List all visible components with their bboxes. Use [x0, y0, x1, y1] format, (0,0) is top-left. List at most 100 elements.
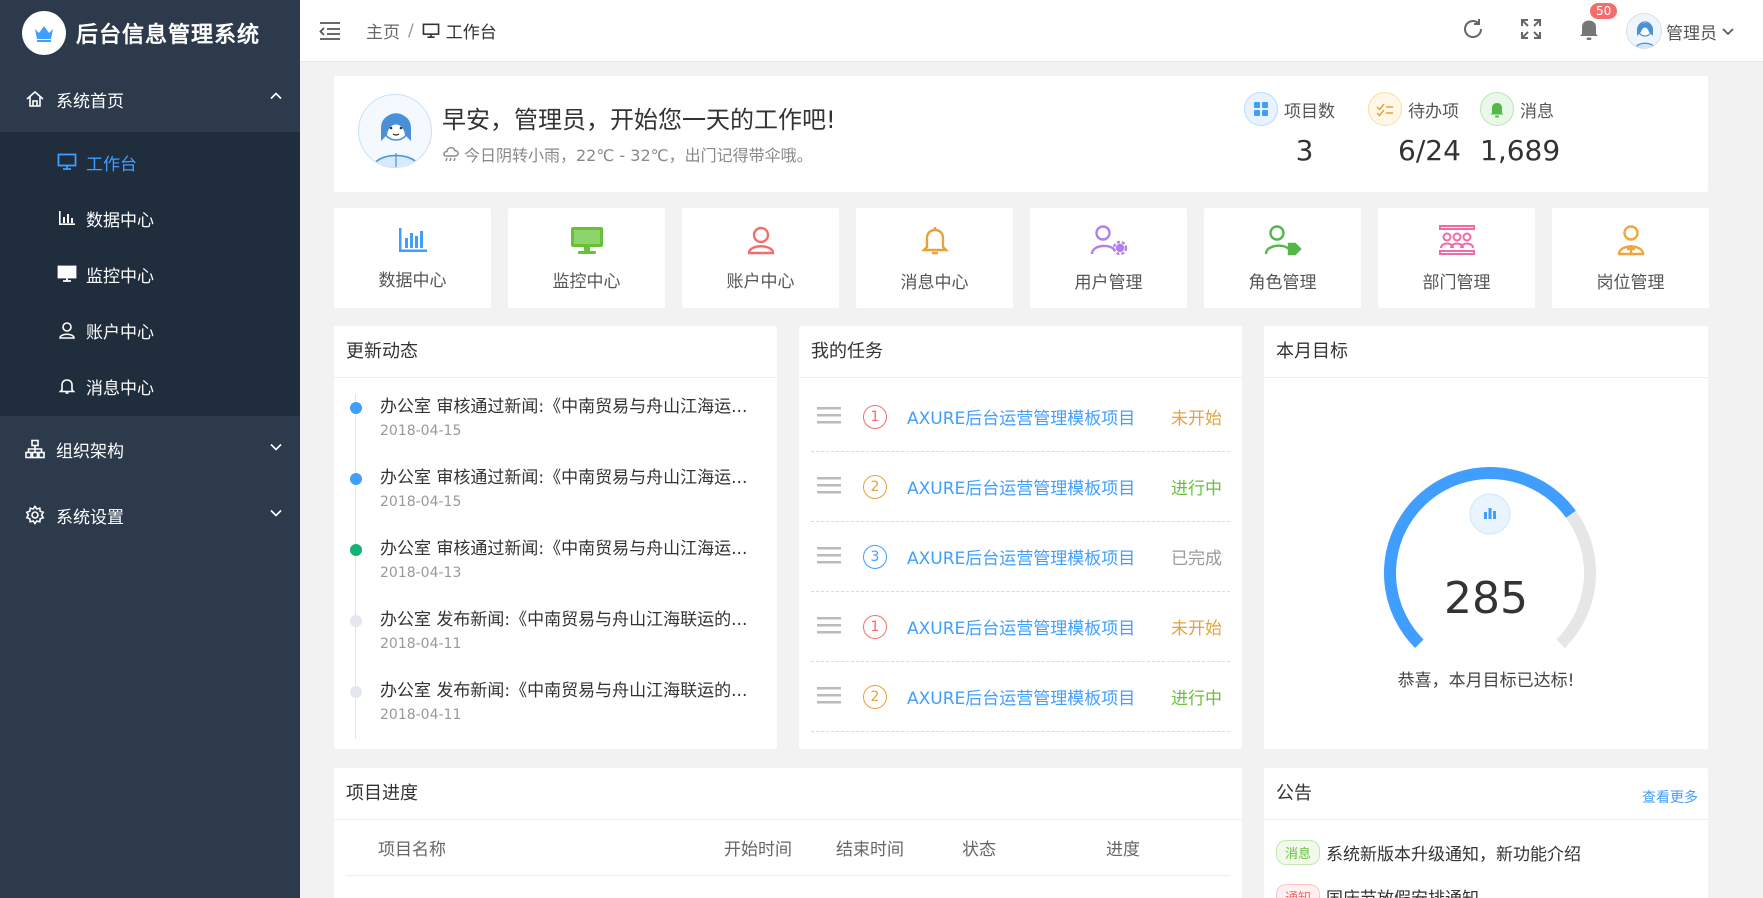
quick-link-position-management[interactable]: 岗位管理: [1552, 208, 1709, 308]
refresh-button[interactable]: [1444, 17, 1502, 45]
breadcrumb-home[interactable]: 主页: [366, 18, 400, 43]
task-status: 未开始: [1171, 409, 1222, 429]
timeline-dot: [350, 615, 362, 627]
quick-link-user-management[interactable]: 用户管理: [1030, 208, 1187, 308]
tasks-panel: 我的任务 1 AXURE后台运营管理模板项目 未开始 2 AXURE后台运营管理…: [799, 326, 1242, 749]
sidebar-item-label: 数据中心: [86, 210, 154, 231]
home-icon: [24, 89, 46, 109]
notice-item[interactable]: 通知 国庆节放假安排通知: [1264, 874, 1708, 898]
drag-handle-icon[interactable]: [817, 476, 841, 498]
quick-link-role-management[interactable]: 角色管理: [1204, 208, 1361, 308]
quick-link-department-management[interactable]: 部门管理: [1378, 208, 1535, 308]
monitor-icon: [422, 23, 440, 39]
sidebar-item-data-center[interactable]: 数据中心: [0, 190, 300, 246]
refresh-icon: [1461, 17, 1485, 45]
menu-org[interactable]: 组织架构: [0, 416, 300, 482]
column-header[interactable]: 开始时间: [724, 835, 836, 860]
sidebar-item-label: 消息中心: [86, 378, 154, 399]
task-row[interactable]: 3 AXURE后台运营管理模板项目 已完成: [811, 522, 1230, 592]
timeline-item[interactable]: 办公室 审核通过新闻:《中南贸易与舟山江海运... 2018-04-15: [350, 386, 757, 457]
task-name[interactable]: AXURE后台运营管理模板项目: [907, 614, 1135, 639]
notification-button[interactable]: 50: [1560, 3, 1618, 45]
quick-link-monitor-center[interactable]: 监控中心: [508, 208, 665, 308]
goal-gauge: 285 恭喜，本月目标已达标!: [1264, 378, 1708, 739]
notice-tag: 消息: [1276, 839, 1321, 865]
menu-settings-label: 系统设置: [56, 507, 124, 528]
drag-handle-icon[interactable]: [817, 546, 841, 568]
timeline-text: 办公室 审核通过新闻:《中南贸易与舟山江海运...: [380, 468, 748, 488]
stat-messages[interactable]: 消息 1,689: [1480, 92, 1560, 167]
timeline-item[interactable]: 办公室 发布新闻:《中南贸易与舟山江海联运的... 2018-04-11: [350, 670, 757, 741]
quick-link-label: 数据中心: [378, 270, 447, 291]
notice-item[interactable]: 消息 系统新版本升级通知，新功能介绍: [1264, 830, 1708, 874]
timeline-date: 2018-04-11: [380, 707, 462, 723]
menu-settings[interactable]: 系统设置: [0, 482, 300, 548]
drag-handle-icon[interactable]: [817, 406, 841, 428]
quick-link-label: 监控中心: [552, 271, 621, 292]
notices-header: 公告 查看更多: [1264, 768, 1708, 820]
breadcrumb-separator: /: [408, 20, 414, 41]
quick-link-data-center[interactable]: 数据中心: [334, 208, 491, 308]
monitor-icon: [569, 225, 605, 259]
timeline-date: 2018-04-15: [380, 494, 462, 510]
task-row[interactable]: 2 AXURE后台运营管理模板项目 进行中: [811, 662, 1230, 732]
tasks-title: 我的任务: [799, 326, 1242, 378]
stat-projects[interactable]: 项目数 3: [1244, 92, 1335, 167]
timeline-item[interactable]: 办公室 审核通过新闻:《中南贸易与舟山江海运... 2018-04-15: [350, 457, 757, 528]
goal-title: 本月目标: [1264, 326, 1708, 378]
timeline-date: 2018-04-15: [380, 423, 462, 439]
stat-value: 3: [1295, 134, 1314, 167]
timeline-item[interactable]: 办公室 发布新闻:《中南贸易与舟山江海联运的... 2018-04-11: [350, 599, 757, 670]
bell-icon: [1480, 92, 1514, 126]
fullscreen-button[interactable]: [1502, 18, 1560, 44]
chevron-down-icon: [1721, 24, 1735, 38]
view-more-link[interactable]: 查看更多: [1642, 772, 1698, 824]
task-row[interactable]: 1 AXURE后台运营管理模板项目 未开始: [811, 592, 1230, 662]
task-row[interactable]: 2 AXURE后台运营管理模板项目 进行中: [811, 452, 1230, 522]
drag-handle-icon[interactable]: [817, 686, 841, 708]
menu-home[interactable]: 系统首页: [0, 66, 300, 132]
monitor-icon: [56, 153, 78, 171]
sidebar-item-monitor-center[interactable]: 监控中心: [0, 246, 300, 302]
menu-home-label: 系统首页: [56, 91, 124, 112]
collapse-sidebar-button[interactable]: [300, 21, 360, 41]
timeline-item[interactable]: 办公室 审核通过新闻:《中南贸易与舟山江海运... 2018-04-13: [350, 528, 757, 599]
projects-panel: 项目进度 项目名称 开始时间 结束时间 状态 进度: [334, 768, 1242, 898]
timeline-text: 办公室 发布新闻:《中南贸易与舟山江海联运的...: [380, 681, 748, 701]
timeline-dot: [350, 686, 362, 698]
sidebar-item-account-center[interactable]: 账户中心: [0, 302, 300, 358]
quick-link-account-center[interactable]: 账户中心: [682, 208, 839, 308]
task-name[interactable]: AXURE后台运营管理模板项目: [907, 684, 1135, 709]
department-icon: [1438, 224, 1476, 260]
breadcrumb: 主页 / 工作台: [366, 18, 497, 44]
quick-link-message-center[interactable]: 消息中心: [856, 208, 1013, 308]
task-name[interactable]: AXURE后台运营管理模板项目: [907, 474, 1135, 499]
task-number: 1: [863, 404, 887, 429]
notices-title: 公告: [1276, 783, 1312, 804]
task-row[interactable]: 1 AXURE后台运营管理模板项目 未开始: [811, 382, 1230, 452]
user-menu[interactable]: 管理员: [1626, 13, 1735, 49]
sidebar-item-message-center[interactable]: 消息中心: [0, 358, 300, 414]
stat-todos[interactable]: 待办项 6/24: [1368, 92, 1461, 167]
task-number: 1: [863, 614, 887, 639]
top-header: 主页 / 工作台 50 管理员: [300, 0, 1763, 62]
bar-chart-icon: [56, 210, 78, 226]
chevron-up-icon: [268, 89, 284, 110]
column-header[interactable]: 项目名称: [378, 835, 724, 860]
goal-value: 285: [1444, 573, 1528, 624]
task-number: 2: [863, 684, 887, 709]
task-name[interactable]: AXURE后台运营管理模板项目: [907, 544, 1135, 569]
cloud-rain-icon: [442, 146, 460, 162]
sidebar-item-workbench[interactable]: 工作台: [0, 134, 300, 190]
quick-link-label: 消息中心: [900, 272, 969, 293]
projects-table-header: 项目名称 开始时间 结束时间 状态 进度: [346, 820, 1230, 876]
stat-value: 6/24: [1398, 134, 1461, 167]
column-header[interactable]: 进度: [1106, 835, 1140, 860]
updates-title: 更新动态: [334, 326, 777, 378]
column-header[interactable]: 状态: [962, 835, 1106, 860]
grid-icon: [1244, 92, 1278, 126]
task-name[interactable]: AXURE后台运营管理模板项目: [907, 404, 1135, 429]
drag-handle-icon[interactable]: [817, 616, 841, 638]
column-header[interactable]: 结束时间: [836, 835, 962, 860]
user-tag-icon: [1264, 224, 1302, 260]
